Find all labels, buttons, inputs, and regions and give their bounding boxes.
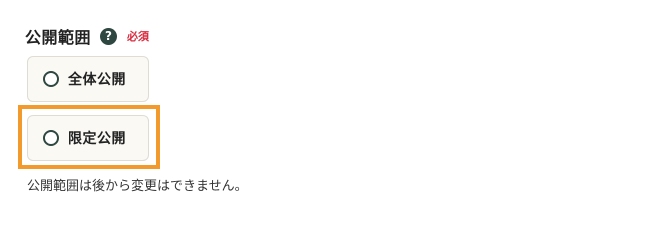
radio-circle-icon[interactable] xyxy=(43,130,59,146)
help-icon-glyph: ? xyxy=(105,29,112,43)
radio-option-public[interactable]: 全体公開 xyxy=(27,56,149,102)
required-badge: 必須 xyxy=(127,30,150,43)
radio-option-limited[interactable]: 限定公開 xyxy=(27,115,149,161)
radio-option-label: 限定公開 xyxy=(68,131,126,147)
field-label-row: 公開範囲 ? 必須 xyxy=(25,24,149,48)
visibility-form: 公開範囲 ? 必須 全体公開 限定公開 公開範囲は後から変更はできません。 xyxy=(0,0,668,205)
help-note: 公開範囲は後から変更はできません。 xyxy=(27,179,248,194)
question-circle-icon[interactable]: ? xyxy=(100,27,118,45)
radio-option-label: 全体公開 xyxy=(68,72,126,88)
radio-circle-icon[interactable] xyxy=(43,71,59,87)
field-label: 公開範囲 xyxy=(25,28,92,47)
